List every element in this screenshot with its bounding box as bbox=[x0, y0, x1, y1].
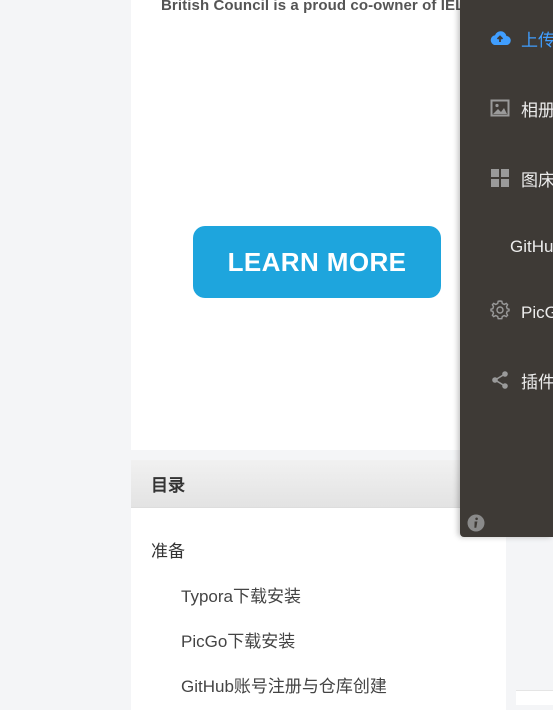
ad-tagline: British Council is a proud co-owner of I… bbox=[161, 0, 483, 14]
menu-item-label: GitHub图床 bbox=[510, 236, 553, 256]
menu-item-github[interactable]: GitHub图床 bbox=[460, 224, 553, 264]
toc-panel: 目录 准备 Typora下载安装 PicGo下载安装 GitHub账号注册与仓库… bbox=[131, 460, 506, 710]
cloud-upload-icon bbox=[489, 27, 511, 49]
menu-item-pic-bed[interactable]: 图床设置 bbox=[460, 158, 553, 198]
toc-item[interactable]: GitHub账号注册与仓库创建 bbox=[181, 672, 387, 697]
toc-item[interactable]: Typora下载安装 bbox=[181, 582, 301, 607]
toc-item[interactable]: 准备 bbox=[151, 537, 185, 562]
page-corner-edge bbox=[516, 690, 553, 705]
gear-icon bbox=[489, 299, 511, 321]
menu-item-label: 图床设置 bbox=[521, 170, 553, 190]
picgo-menu-drawer: 上传区 相册 图床设置 GitHub图床 bbox=[460, 0, 553, 537]
image-icon bbox=[489, 97, 511, 119]
learn-more-button[interactable]: LEARN MORE bbox=[193, 226, 441, 298]
menu-item-label: PicGo设置 bbox=[521, 302, 553, 322]
menu-item-label: 上传区 bbox=[521, 30, 553, 50]
menu-item-label: 相册 bbox=[521, 100, 553, 120]
grid-icon bbox=[489, 167, 511, 189]
toc-title: 目录 bbox=[131, 460, 506, 508]
menu-item-settings[interactable]: PicGo设置 bbox=[460, 290, 553, 330]
ad-card: British Council is a proud co-owner of I… bbox=[131, 0, 506, 450]
toc-item[interactable]: PicGo下载安装 bbox=[181, 627, 295, 652]
menu-item-label: 插件设置 bbox=[521, 372, 553, 392]
menu-item-upload[interactable]: 上传区 bbox=[460, 18, 553, 58]
menu-item-gallery[interactable]: 相册 bbox=[460, 88, 553, 128]
menu-item-plugins[interactable]: 插件设置 bbox=[460, 360, 553, 400]
info-icon[interactable] bbox=[467, 514, 485, 532]
share-icon bbox=[489, 369, 511, 391]
